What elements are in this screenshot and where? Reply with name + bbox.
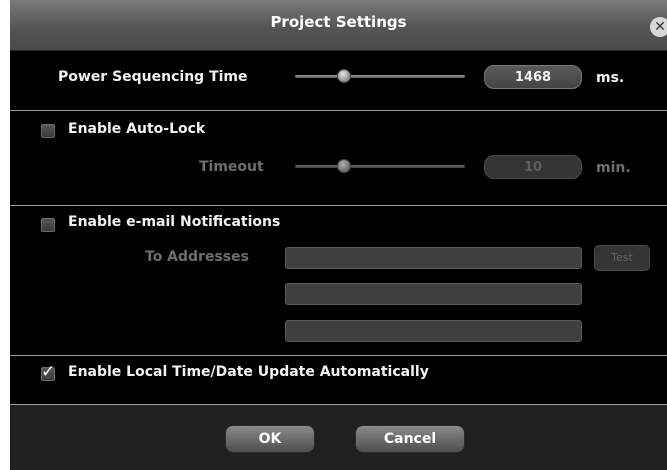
to-addresses-label: To Addresses [145, 249, 249, 265]
email-notifications-checkbox[interactable] [41, 218, 55, 232]
test-button[interactable]: Test [594, 245, 650, 271]
dialog-footer: OK Cancel [10, 405, 667, 470]
ok-button[interactable]: OK [225, 425, 315, 453]
separator [10, 110, 667, 111]
email-notifications-label: Enable e-mail Notifications [68, 214, 281, 230]
email-address-field-1[interactable] [285, 247, 582, 269]
time-date-label: Enable Local Time/Date Update Automatica… [68, 364, 429, 380]
timeout-slider[interactable] [295, 165, 465, 168]
cancel-button[interactable]: Cancel [355, 425, 465, 453]
email-address-field-2[interactable] [285, 283, 582, 305]
title-bar: Project Settings ✕ [10, 0, 667, 51]
check-mark-icon: ✓ [41, 362, 56, 382]
separator [10, 205, 667, 206]
timeout-unit: min. [596, 160, 631, 176]
timeout-label: Timeout [199, 159, 264, 175]
time-date-checkbox[interactable]: ✓ [41, 362, 55, 382]
auto-lock-label: Enable Auto-Lock [68, 121, 206, 137]
power-sequencing-slider-thumb[interactable] [337, 69, 352, 83]
power-sequencing-value-field[interactable]: 1468 [484, 65, 582, 89]
power-sequencing-unit: ms. [596, 70, 625, 86]
project-settings-dialog: Project Settings ✕ Power Sequencing Time… [10, 0, 667, 470]
timeout-slider-thumb[interactable] [337, 159, 352, 173]
power-sequencing-slider[interactable] [295, 75, 465, 78]
separator [10, 355, 667, 356]
close-icon[interactable]: ✕ [650, 17, 667, 37]
power-sequencing-label: Power Sequencing Time [58, 69, 248, 85]
dialog-title: Project Settings [270, 13, 407, 31]
timeout-value-field[interactable]: 10 [484, 155, 582, 179]
auto-lock-checkbox[interactable] [41, 124, 55, 138]
email-address-field-3[interactable] [285, 320, 582, 342]
